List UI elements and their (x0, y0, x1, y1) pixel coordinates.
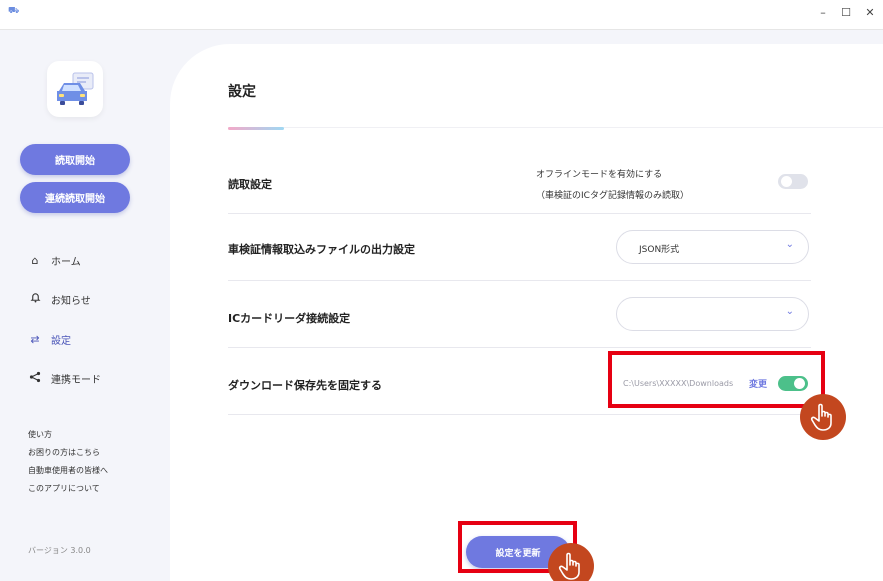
car-logo-icon (47, 61, 103, 117)
app-window: ⛟ – ☐ ✕ 読取開始 連続読取開始 ⌂ ホーム お知らせ ⇄ 設定 連携モー… (0, 0, 883, 581)
chevron-down-icon: ⌄ (785, 306, 794, 317)
bell-icon (28, 292, 42, 306)
output-settings-row: 車検証情報取込みファイルの出力設定 JSON形式 ⌄ (228, 214, 811, 281)
home-icon: ⌂ (31, 253, 39, 267)
read-start-button[interactable]: 読取開始 (20, 144, 130, 175)
output-settings-label: 車検証情報取込みファイルの出力設定 (228, 243, 415, 256)
reader-settings-row: ICカードリーダ接続設定 ⌄ (228, 281, 811, 348)
offline-mode-note: （車検証のICタグ記録情報のみ読取） (536, 191, 689, 201)
read-settings-label: 読取設定 (228, 178, 272, 191)
card-reader-select[interactable]: ⌄ (616, 297, 809, 331)
link-vehicle-users[interactable]: 自動車使用者の皆様へ (28, 465, 108, 476)
nav-item-label: 設定 (51, 335, 71, 347)
title-bar: ⛟ – ☐ ✕ (0, 0, 883, 30)
link-about[interactable]: このアプリについて (28, 483, 100, 494)
maximize-button[interactable]: ☐ (836, 6, 856, 19)
link-help[interactable]: お困りの方はこちら (28, 447, 100, 458)
close-button[interactable]: ✕ (860, 6, 880, 19)
offline-mode-toggle[interactable] (778, 174, 808, 189)
highlight-box (608, 351, 825, 408)
settings-panel: 設定 読取設定 オフラインモードを有効にする （車検証のICタグ記録情報のみ読取… (170, 44, 883, 581)
hand-pointer-icon (800, 394, 846, 440)
nav-item-integration[interactable]: 連携モード (28, 368, 101, 388)
reader-settings-label: ICカードリーダ接続設定 (228, 312, 351, 325)
download-settings-label: ダウンロード保存先を固定する (228, 379, 382, 392)
hand-pointer-icon (548, 543, 594, 581)
header-divider (228, 127, 883, 128)
chevron-down-icon: ⌄ (785, 239, 794, 250)
car-app-icon: ⛟ (8, 6, 20, 16)
link-how-to-use[interactable]: 使い方 (28, 429, 52, 440)
nav-item-label: ホーム (51, 256, 81, 268)
toggle-knob (781, 176, 792, 187)
offline-mode-label: オフラインモードを有効にする (536, 170, 663, 180)
page-title: 設定 (228, 84, 256, 100)
nav-item-notices[interactable]: お知らせ (28, 289, 91, 309)
sidebar: 読取開始 連続読取開始 ⌂ ホーム お知らせ ⇄ 設定 連携モード 使い方 お困… (0, 31, 170, 581)
continuous-read-button[interactable]: 連続読取開始 (20, 182, 130, 213)
nav-item-label: 連携モード (51, 374, 101, 386)
nav-item-settings[interactable]: ⇄ 設定 (28, 329, 71, 349)
read-settings-row: 読取設定 オフラインモードを有効にする （車検証のICタグ記録情報のみ読取） (228, 152, 811, 214)
share-icon (28, 371, 42, 386)
output-format-value: JSON形式 (639, 245, 680, 255)
title-underline (228, 127, 284, 130)
output-format-select[interactable]: JSON形式 ⌄ (616, 230, 809, 264)
nav-item-label: お知らせ (51, 295, 91, 307)
version-text: バージョン 3.0.0 (28, 546, 91, 555)
settings-arrows-icon: ⇄ (30, 332, 40, 346)
nav-item-home[interactable]: ⌂ ホーム (28, 250, 81, 270)
minimize-button[interactable]: – (813, 6, 833, 19)
